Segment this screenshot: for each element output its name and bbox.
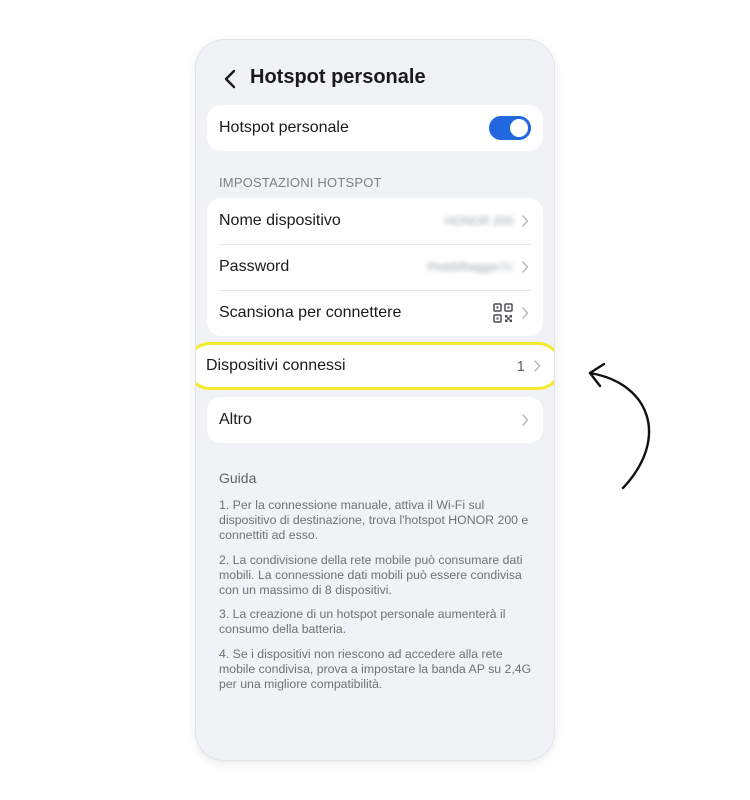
curved-arrow-icon [588,362,651,490]
hotspot-toggle-card: Hotspot personale [207,105,543,151]
section-title-hotspot-settings: IMPOSTAZIONI HOTSPOT [219,175,382,190]
chevron-right-icon [521,214,531,228]
password-label: Password [219,258,290,275]
other-row[interactable]: Altro [207,397,543,443]
chevron-right-icon [521,413,531,427]
other-label: Altro [219,411,252,428]
device-name-label: Nome dispositivo [219,212,341,229]
guide-item: 3. La creazione di un hotspot personale … [219,607,506,637]
app-header: Hotspot personale [196,54,554,104]
settings-item-password[interactable]: Password Pmb5Rwgger7c [207,244,543,290]
hotspot-settings-card: Nome dispositivo HONOR 200 Password Pmb5… [207,198,543,336]
guide-item: 2. La condivisione della rete mobile può… [219,552,523,598]
hotspot-toggle-row[interactable]: Hotspot personale [207,105,543,151]
back-arrow-icon [224,69,236,89]
phone-screen: Hotspot personale Hotspot personale IMPO… [196,40,554,760]
chevron-right-icon [521,260,531,274]
qr-code-icon [493,303,513,323]
settings-item-scan-to-connect[interactable]: Scansiona per connettere [207,290,543,336]
guide-section: Guida 1. Per la connessione manuale, att… [219,470,535,701]
connected-devices-row[interactable]: Dispositivi connessi 1 [196,342,554,390]
device-name-value: HONOR 200 [444,214,513,228]
hotspot-toggle-label: Hotspot personale [219,119,349,136]
hotspot-toggle-switch[interactable] [489,116,531,140]
password-value: Pmb5Rwgger7c [427,260,513,274]
connected-devices-label: Dispositivi connessi [206,357,346,374]
page-title: Hotspot personale [250,66,426,88]
scan-to-connect-label: Scansiona per connettere [219,304,402,321]
guide-item: 4. Se i dispositivi non riescono ad acce… [219,646,532,692]
chevron-right-icon [521,306,531,320]
settings-item-device-name[interactable]: Nome dispositivo HONOR 200 [207,198,543,244]
connected-devices-count: 1 [516,357,525,375]
guide-item: 1. Per la connessione manuale, attiva il… [219,498,529,543]
chevron-right-icon [533,359,543,373]
guide-title: Guida [219,470,257,486]
back-button[interactable] [218,67,242,91]
other-card: Altro [207,397,543,443]
